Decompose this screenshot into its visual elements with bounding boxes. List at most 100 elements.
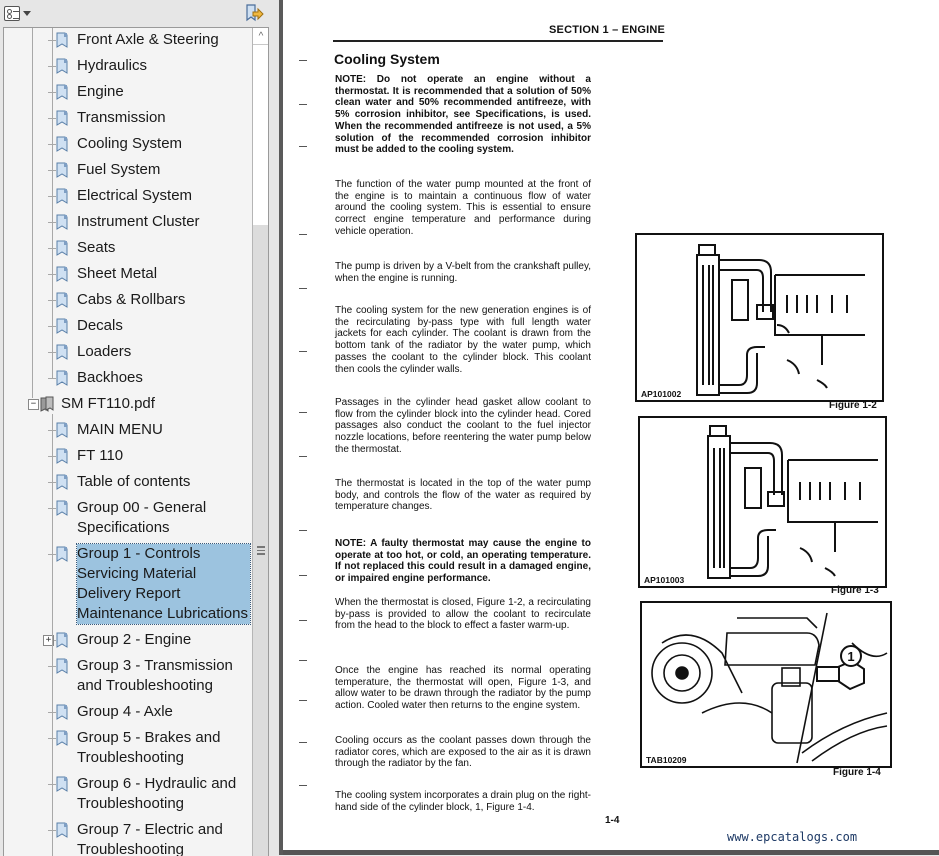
tree-connector	[48, 222, 56, 223]
bookmark-label: Group 7 - Electric and Troubleshooting	[77, 820, 223, 856]
bookmark-label-line: MAIN MENU	[77, 421, 163, 438]
bookmark-item[interactable]: Cabs & Rollbars	[4, 290, 252, 310]
bookmark-label: FT 110	[77, 446, 123, 466]
bookmark-label-line: Transmission	[77, 109, 166, 126]
body-paragraph: The thermostat is located in the top of …	[335, 478, 591, 513]
bookmarks-tree-frame: Front Axle & Steering Hydraulics Engine Tra…	[3, 27, 269, 856]
bookmark-item[interactable]: Group 6 - Hydraulic and Troubleshooting	[4, 774, 252, 814]
page-number: 1-4	[605, 815, 620, 826]
bookmarks-toolbar	[0, 0, 279, 26]
bookmark-label-line: Decals	[77, 317, 123, 334]
bookmark-label-line: Front Axle & Steering	[77, 31, 219, 48]
bookmark-item[interactable]: Table of contents	[4, 472, 252, 492]
bookmark-item[interactable]: Instrument Cluster	[4, 212, 252, 232]
bookmark-icon	[56, 422, 68, 438]
bookmark-label-line: Specifications	[77, 519, 170, 536]
bookmark-label-line: Sheet Metal	[77, 265, 158, 282]
bookmark-item[interactable]: Engine	[4, 82, 252, 102]
collapse-icon[interactable]: −	[28, 399, 39, 410]
bookmark-item[interactable]: Transmission	[4, 108, 252, 128]
bookmark-item[interactable]: Group 3 - Transmission and Troubleshootin…	[4, 656, 252, 696]
bookmark-label: Front Axle & Steering	[77, 30, 219, 50]
bookmark-item[interactable]: Front Axle & Steering	[4, 30, 252, 50]
bookmark-label-line: Group 4 - Axle	[77, 703, 173, 720]
bookmark-icon	[56, 266, 68, 282]
bookmark-item[interactable]: Group 5 - Brakes and Troubleshooting	[4, 728, 252, 768]
bookmark-icon	[56, 500, 68, 516]
bookmark-item[interactable]: + Group 2 - Engine	[4, 630, 252, 650]
bookmark-icon	[56, 136, 68, 152]
bookmark-label-line: Troubleshooting	[77, 841, 185, 856]
margin-mark	[299, 660, 307, 661]
margin-mark	[299, 60, 307, 61]
bookmark-label-line: Hydraulics	[77, 57, 148, 74]
bookmark-label: MAIN MENU	[77, 420, 163, 440]
tree-connector	[48, 300, 56, 301]
margin-mark	[299, 234, 307, 235]
scroll-thumb-grip-icon[interactable]	[257, 546, 265, 555]
bookmark-icon	[56, 214, 68, 230]
body-paragraph: The pump is driven by a V-belt from the …	[335, 261, 591, 284]
bookmark-label: Engine	[77, 82, 124, 102]
body-paragraph: Passages in the cylinder head gasket all…	[335, 397, 591, 455]
bookmark-label: Sheet Metal	[77, 264, 157, 284]
tree-connector	[48, 352, 56, 353]
bookmark-item[interactable]: Seats	[4, 238, 252, 258]
figure-id: AP101002	[641, 389, 684, 399]
bookmark-item[interactable]: Sheet Metal	[4, 264, 252, 284]
bookmark-item[interactable]: Cooling System	[4, 134, 252, 154]
figure-id: TAB10209	[646, 755, 689, 765]
margin-mark	[299, 412, 307, 413]
bookmark-item[interactable]: Loaders	[4, 342, 252, 362]
body-paragraph: The cooling system for the new generatio…	[335, 305, 591, 375]
bookmark-icon	[56, 730, 68, 746]
bookmark-icon	[56, 292, 68, 308]
bookmark-item[interactable]: FT 110	[4, 446, 252, 466]
bookmark-options-button[interactable]	[4, 3, 31, 23]
page-title: Cooling System	[334, 51, 440, 67]
body-paragraph: The function of the water pump mounted a…	[335, 179, 591, 237]
bookmark-label-line: Loaders	[77, 343, 132, 360]
bookmark-label: Group 6 - Hydraulic and Troubleshooting	[77, 774, 236, 814]
bookmark-item[interactable]: Group 00 - General Specifications	[4, 498, 252, 538]
tree-connector	[48, 378, 56, 379]
bookmark-icon	[56, 822, 68, 838]
document-view[interactable]: SECTION 1 – ENGINE Cooling System NOTE: …	[283, 0, 939, 855]
bookmarks-panel: Front Axle & Steering Hydraulics Engine Tra…	[0, 0, 279, 856]
margin-mark	[299, 742, 307, 743]
scroll-track[interactable]	[253, 45, 268, 225]
bookmark-icon	[56, 188, 68, 204]
bookmark-item[interactable]: Hydraulics	[4, 56, 252, 76]
page-gap	[283, 850, 939, 855]
bookmark-label-line: Instrument Cluster	[77, 213, 200, 230]
bookmark-icon	[56, 162, 68, 178]
bookmark-label: Instrument Cluster	[77, 212, 200, 232]
figure-1-3: AP101003	[638, 416, 887, 588]
bookmark-file-node[interactable]: − SM FT110.pdf	[4, 394, 252, 414]
bookmark-item[interactable]: Fuel System	[4, 160, 252, 180]
bookmark-icon	[56, 318, 68, 334]
bookmark-item[interactable]: Group 7 - Electric and Troubleshooting	[4, 820, 252, 856]
expand-current-bookmark-icon	[246, 4, 264, 22]
tree-connector	[48, 144, 56, 145]
margin-mark	[299, 288, 307, 289]
bookmarks-scrollbar[interactable]: ^	[252, 28, 268, 856]
bookmark-item[interactable]: Backhoes	[4, 368, 252, 388]
bookmark-item[interactable]: Group 4 - Axle	[4, 702, 252, 722]
bookmark-item[interactable]: Electrical System	[4, 186, 252, 206]
bookmark-label-line: Cooling System	[77, 135, 183, 152]
bookmark-icon	[56, 632, 68, 648]
expand-current-bookmark-button[interactable]	[243, 3, 265, 23]
bookmark-icon	[56, 84, 68, 100]
bookmark-options-icon	[4, 5, 20, 21]
bookmark-label: Hydraulics	[77, 56, 147, 76]
bookmark-item[interactable]: Decals	[4, 316, 252, 336]
scroll-up-button[interactable]: ^	[253, 28, 268, 45]
margin-mark	[299, 620, 307, 621]
bookmark-label-line: Group 2 - Engine	[77, 631, 192, 648]
bookmark-item[interactable]: Group 1 - Controls Servicing Material Deli…	[4, 543, 252, 625]
bookmark-label-line: Group 00 - General	[77, 499, 207, 516]
bookmark-label-line: Maintenance Lubrications	[77, 605, 248, 622]
bookmark-label-line: Group 1 - Controls	[77, 545, 201, 562]
bookmark-item[interactable]: MAIN MENU	[4, 420, 252, 440]
